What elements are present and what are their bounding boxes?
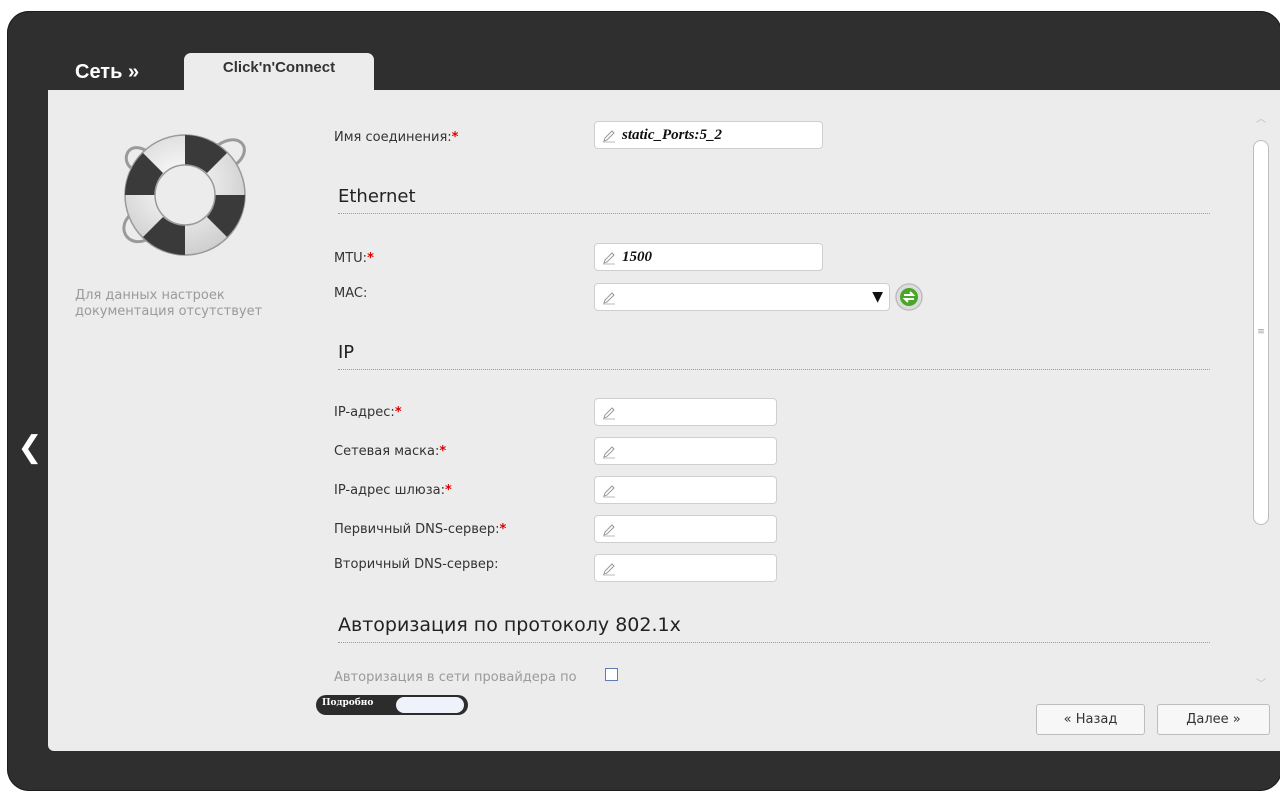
ip-address-input[interactable] [594, 398, 777, 426]
scrollbar[interactable]: ︿ ≡ ﹀ [1251, 110, 1271, 690]
dns-secondary-label: Вторичный DNS-сервер: [334, 557, 499, 572]
pencil-icon [603, 524, 615, 537]
gateway-label: IP-адрес шлюза:* [334, 483, 452, 498]
auth-checkbox[interactable] [605, 668, 618, 681]
scroll-down-icon[interactable]: ﹀ [1253, 675, 1269, 690]
pencil-icon [603, 563, 615, 576]
connection-name-label: Имя соединения:* [334, 130, 459, 145]
toggle-knob [396, 697, 464, 713]
netmask-label: Сетевая маска:* [334, 444, 447, 459]
section-ethernet: Ethernet [338, 186, 1210, 214]
auth-checkbox-label: Авторизация в сети провайдера по [334, 670, 577, 685]
dropdown-arrow-icon[interactable]: ▼ [872, 289, 883, 305]
pencil-icon [603, 130, 615, 143]
mtu-label: MTU:* [334, 251, 374, 266]
pencil-icon [603, 407, 615, 420]
grip-icon: ≡ [1257, 327, 1265, 337]
section-ip: IP [338, 342, 1210, 370]
mac-label: MAC: [334, 286, 368, 301]
refresh-icon[interactable] [895, 283, 923, 311]
details-toggle[interactable]: Подробно [316, 695, 468, 715]
ip-address-label: IP-адрес:* [334, 405, 402, 420]
pencil-icon [603, 485, 615, 498]
gateway-input[interactable] [594, 476, 777, 504]
connection-name-input[interactable]: static_Ports:5_2 [594, 121, 823, 149]
mac-select[interactable]: ▼ [594, 283, 890, 311]
back-button[interactable]: « Назад [1036, 704, 1145, 735]
dns-primary-label: Первичный DNS-сервер:* [334, 522, 507, 537]
section-auth-8021x: Авторизация по протоколу 802.1x [338, 614, 1210, 643]
mtu-input[interactable]: 1500 [594, 243, 823, 271]
next-button[interactable]: Далее » [1157, 704, 1270, 735]
pencil-icon [603, 446, 615, 459]
help-text: Для данных настроек документация отсутст… [75, 288, 263, 319]
netmask-input[interactable] [594, 437, 777, 465]
lifebuoy-icon [122, 134, 246, 256]
scroll-up-icon[interactable]: ︿ [1253, 110, 1269, 125]
dns-primary-input[interactable] [594, 515, 777, 543]
pencil-icon [603, 292, 615, 305]
tab-click-n-connect[interactable]: Click'n'Connect [184, 53, 374, 95]
dns-secondary-input[interactable] [594, 554, 777, 582]
chevron-left-icon[interactable]: ❮ [16, 433, 44, 463]
breadcrumb[interactable]: Сеть » [75, 61, 139, 84]
scrollbar-thumb[interactable]: ≡ [1253, 140, 1269, 525]
pencil-icon [603, 252, 615, 265]
